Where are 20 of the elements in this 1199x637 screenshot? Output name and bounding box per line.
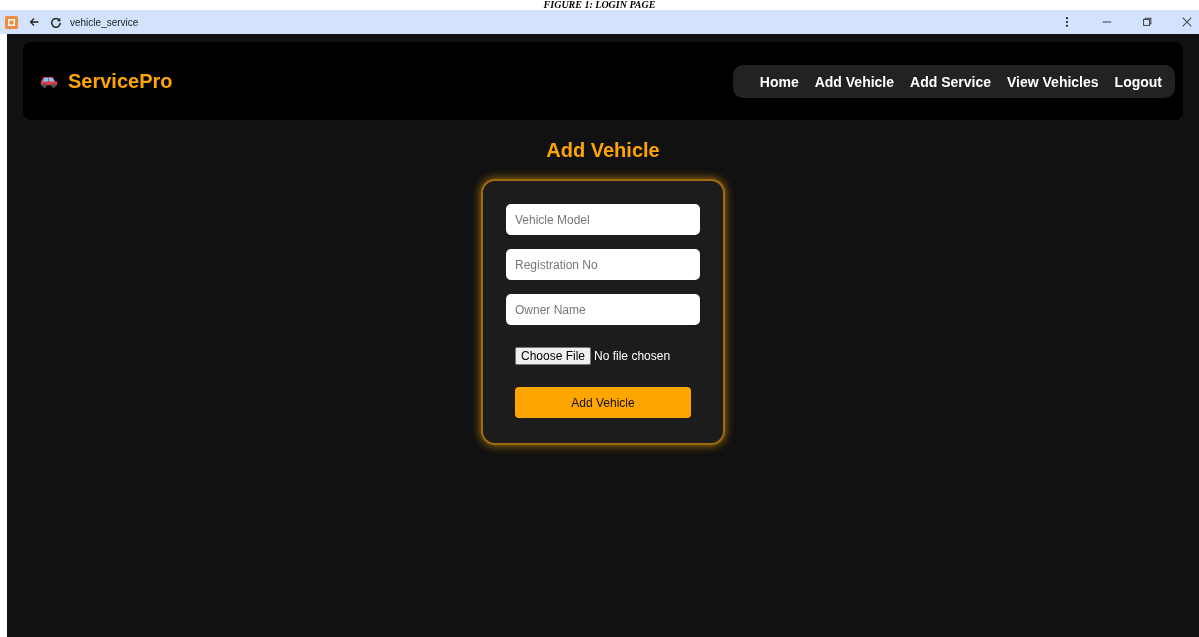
choose-file-button[interactable]: Choose File bbox=[515, 347, 592, 365]
input-field[interactable]: Vehicle Model bbox=[506, 204, 700, 235]
back-icon[interactable] bbox=[28, 16, 40, 28]
nav-link[interactable]: Logout bbox=[1109, 73, 1167, 90]
figure-caption: FIGURE 1: LOGIN PAGE bbox=[543, 0, 656, 10]
close-icon[interactable] bbox=[1181, 16, 1193, 28]
nav-link[interactable]: Home bbox=[754, 73, 804, 90]
file-status: No file chosen bbox=[594, 349, 671, 363]
form-title: Add Vehicle bbox=[546, 138, 660, 162]
nav-link[interactable]: Add Vehicle bbox=[809, 73, 900, 90]
input-field[interactable]: Registration No bbox=[506, 249, 700, 280]
add-vehicle-button[interactable]: Add Vehicle bbox=[515, 387, 691, 418]
brand-name: ServicePro bbox=[68, 69, 173, 93]
input-field[interactable]: Owner Name bbox=[506, 294, 700, 325]
nav-link[interactable]: Add Service bbox=[905, 73, 996, 90]
app-icon bbox=[5, 15, 18, 29]
reload-icon[interactable] bbox=[50, 16, 62, 28]
nav-link[interactable]: View Vehicles bbox=[1002, 73, 1104, 90]
restore-icon[interactable] bbox=[1141, 16, 1153, 28]
page-title: vehicle_service bbox=[70, 16, 139, 28]
